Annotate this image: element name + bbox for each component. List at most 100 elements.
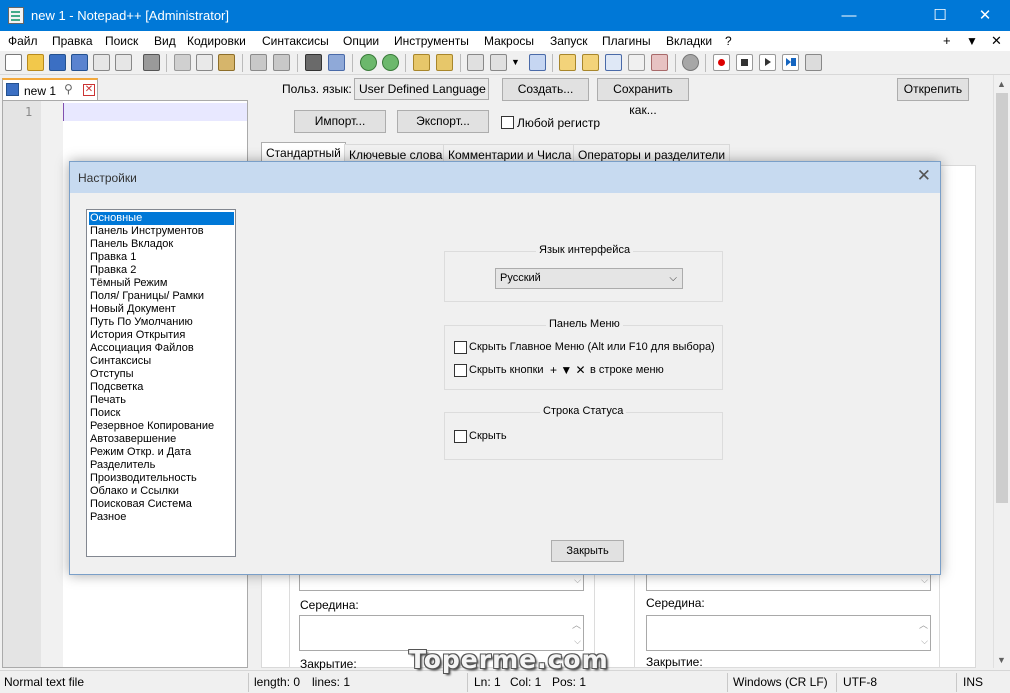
category-item[interactable]: Новый Документ (89, 303, 176, 316)
menu-run[interactable]: Запуск (550, 34, 588, 48)
udl-create-button[interactable]: Создать... (502, 78, 589, 101)
category-item[interactable]: Облако и Ссылки (89, 485, 179, 498)
menu-settings[interactable]: Опции (343, 34, 379, 48)
category-item-general[interactable]: Основные (89, 212, 234, 225)
pin-icon[interactable]: ⚲ (64, 82, 73, 96)
udl-icon[interactable] (559, 54, 576, 71)
menu-buttons-icons: + ▼ ✕ (550, 363, 586, 377)
udl-middle-label-left: Середина: (300, 598, 359, 612)
dialog-close-icon[interactable]: ✕ (917, 166, 931, 186)
udl-close-label-right: Закрытие: (646, 655, 703, 669)
interface-language-combo[interactable]: Русский ⌵ (495, 268, 683, 289)
monitoring-icon[interactable] (682, 54, 699, 71)
category-item[interactable]: Поиск (89, 407, 120, 420)
category-item[interactable]: Панель Инструментов (89, 225, 204, 238)
scroll-thumb[interactable] (996, 93, 1008, 503)
indent-guide-icon[interactable] (529, 54, 546, 71)
status-insert-mode: INS (963, 675, 984, 689)
udl-save-as-button[interactable]: Сохранить как... (597, 78, 689, 117)
category-item[interactable]: Поля/ Границы/ Рамки (89, 290, 204, 303)
undo-icon[interactable] (250, 54, 267, 71)
menu-tools[interactable]: Инструменты (394, 34, 469, 48)
hide-buttons-checkbox[interactable] (454, 364, 467, 377)
category-item[interactable]: Ассоциация Файлов (89, 342, 194, 355)
menu-macro[interactable]: Макросы (484, 34, 534, 48)
minimize-button[interactable]: — (826, 0, 872, 31)
hide-menu-label: Скрыть Главное Меню (Alt или F10 для выб… (469, 341, 715, 353)
save-macro-icon[interactable] (805, 54, 822, 71)
document-tab[interactable]: new 1 ⚲ ✕ (2, 78, 98, 100)
category-item[interactable]: Тёмный Режим (89, 277, 168, 290)
close-all-icon[interactable] (115, 54, 132, 71)
category-item[interactable]: Разделитель (89, 459, 155, 472)
maximize-button[interactable]: ☐ (917, 0, 963, 31)
zoom-in-icon[interactable] (360, 54, 377, 71)
category-item[interactable]: Подсветка (89, 381, 143, 394)
close-doc-x-icon[interactable]: ✕ (991, 33, 1002, 49)
scroll-up-icon[interactable]: ▲ (997, 79, 1006, 89)
category-item[interactable]: Производительность (89, 472, 197, 485)
menu-plugins[interactable]: Плагины (602, 34, 651, 48)
udl-middle-field-right[interactable]: ︿ ⌵ (646, 615, 931, 651)
print-icon[interactable] (143, 54, 160, 71)
udl-undock-button[interactable]: Открепить (897, 78, 969, 101)
close-window-button[interactable]: ✕ (962, 0, 1008, 31)
category-item[interactable]: Разное (89, 511, 126, 524)
doc-map-icon[interactable] (582, 54, 599, 71)
close-file-icon[interactable] (93, 54, 110, 71)
redo-icon[interactable] (273, 54, 290, 71)
udl-scrollbar[interactable]: ▲ ▼ (993, 75, 1010, 668)
menu-window[interactable]: Вкладки (666, 34, 712, 48)
doc-list-icon[interactable] (605, 54, 622, 71)
category-item[interactable]: Отступы (89, 368, 134, 381)
udl-ignore-case-checkbox[interactable] (501, 116, 514, 129)
paste-icon[interactable] (218, 54, 235, 71)
udl-lang-combo[interactable]: User Defined Language ⌵ (354, 78, 489, 100)
find-icon[interactable] (305, 54, 322, 71)
cut-icon[interactable] (174, 54, 191, 71)
dialog-close-button[interactable]: Закрыть (551, 540, 624, 562)
category-item[interactable]: Поисковая Система (89, 498, 192, 511)
udl-import-button[interactable]: Импорт... (294, 110, 386, 133)
category-item[interactable]: Правка 1 (89, 251, 136, 264)
category-item[interactable]: Синтаксисы (89, 355, 151, 368)
category-item[interactable]: История Открытия (89, 329, 185, 342)
new-file-icon[interactable] (5, 54, 22, 71)
sync-horizontal-icon[interactable] (436, 54, 453, 71)
save-all-icon[interactable] (71, 54, 88, 71)
menu-language[interactable]: Синтаксисы (262, 34, 329, 48)
copy-icon[interactable] (196, 54, 213, 71)
menu-view[interactable]: Вид (154, 34, 176, 48)
zoom-out-icon[interactable] (382, 54, 399, 71)
category-item[interactable]: Печать (89, 394, 126, 407)
scroll-down-icon[interactable]: ▼ (997, 655, 1006, 665)
menu-search[interactable]: Поиск (105, 34, 138, 48)
menu-encoding[interactable]: Кодировки (187, 34, 246, 48)
folder-workspace-icon[interactable] (651, 54, 668, 71)
save-icon[interactable] (49, 54, 66, 71)
udl-export-button[interactable]: Экспорт... (397, 110, 489, 133)
category-item[interactable]: Правка 2 (89, 264, 136, 277)
close-tab-icon[interactable]: ✕ (83, 84, 95, 96)
tab-list-down-icon[interactable]: ▼ (966, 34, 978, 48)
category-item[interactable]: Путь По Умолчанию (89, 316, 193, 329)
category-list[interactable]: Основные Панель Инструментов Панель Вкла… (86, 209, 236, 557)
open-file-icon[interactable] (27, 54, 44, 71)
category-item[interactable]: Режим Откр. и Дата (89, 446, 191, 459)
udl-ignore-case-label: Любой регистр (517, 116, 601, 130)
function-list-icon[interactable] (628, 54, 645, 71)
menu-file[interactable]: Файл (8, 34, 38, 48)
menu-edit[interactable]: Правка (52, 34, 93, 48)
chars-dropdown-icon[interactable]: ▼ (511, 54, 521, 71)
menu-help[interactable]: ? (725, 34, 732, 48)
show-all-chars-icon[interactable] (490, 54, 507, 71)
hide-status-checkbox[interactable] (454, 430, 467, 443)
sync-vertical-icon[interactable] (413, 54, 430, 71)
hide-menu-checkbox[interactable] (454, 341, 467, 354)
category-item[interactable]: Резервное Копирование (89, 420, 214, 433)
word-wrap-icon[interactable] (467, 54, 484, 71)
replace-icon[interactable] (328, 54, 345, 71)
category-item[interactable]: Панель Вкладок (89, 238, 173, 251)
category-item[interactable]: Автозавершение (89, 433, 176, 446)
new-tab-plus-icon[interactable]: + (943, 33, 951, 48)
